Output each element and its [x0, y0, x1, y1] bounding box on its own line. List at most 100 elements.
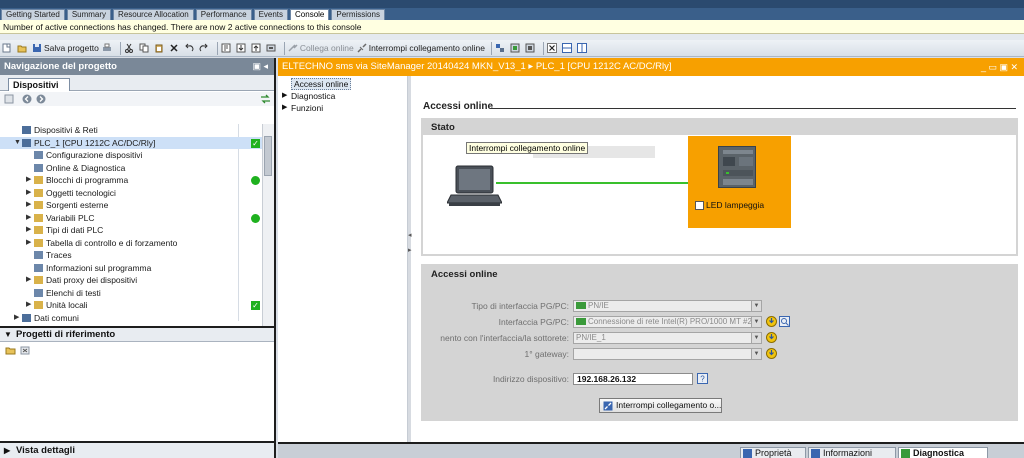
tree-item-label: Online & Diagnostica [46, 162, 126, 173]
connect-online-button[interactable]: Collega online [288, 41, 354, 56]
tree-item-configurazione-dispositivi[interactable]: Configurazione dispositivi [0, 149, 262, 162]
accessible-devices-button[interactable] [495, 41, 507, 56]
forward-icon[interactable] [36, 94, 46, 104]
status-ok-icon [251, 176, 260, 185]
close-x-button[interactable] [546, 41, 559, 56]
subnet-select[interactable]: PN/IE_1 ▼ [573, 332, 762, 344]
address-help-icon[interactable]: ? [697, 373, 708, 384]
delete-button[interactable] [169, 41, 181, 56]
tree-item-online-diagnostica[interactable]: Online & Diagnostica [0, 162, 262, 175]
tab-console[interactable]: Console [290, 9, 330, 20]
interface-type-select[interactable]: PN/IE ▼ [573, 300, 762, 312]
svg-text:?: ? [700, 375, 705, 384]
interface-properties-icon[interactable] [779, 316, 790, 327]
item-icon [34, 251, 43, 259]
tree-item-sorgenti-esterne[interactable]: ▶ Sorgenti esterne [0, 199, 262, 212]
save-project-label: Salva progetto [44, 43, 99, 53]
online-diagnostics-editor: ELTECHNO sms via SiteManager 20140424 MK… [278, 58, 1024, 458]
tab-dispositivi[interactable]: Dispositivi [8, 78, 70, 91]
disconnect-online-button[interactable]: Interrompi collegamento online [357, 41, 485, 56]
item-icon [22, 126, 31, 134]
chevron-right-icon[interactable]: ▶ [26, 199, 31, 212]
menu-item-accessi-online[interactable]: Accessi online [278, 78, 407, 90]
tree-item-elenchi-di-testi[interactable]: Elenchi di testi [0, 287, 262, 300]
save-project-button[interactable]: Salva progetto [32, 41, 99, 56]
paste-button[interactable] [154, 41, 166, 56]
chevron-right-icon[interactable]: ▶ [26, 224, 31, 237]
tab-events[interactable]: Events [253, 9, 289, 20]
menu-item-funzioni[interactable]: ▶ Funzioni [278, 102, 407, 114]
editor-window-controls[interactable]: _ ▭ ▣ ✕ [981, 58, 1018, 76]
download-button[interactable] [236, 41, 248, 56]
tree-item-dati-proxy-dei-dispositivi[interactable]: ▶ Dati proxy dei dispositivi [0, 274, 262, 287]
chevron-down-icon[interactable]: ▼ [14, 137, 21, 150]
tree-item-tabella-di-controllo-e-di-forzamento[interactable]: ▶ Tabella di controllo e di forzamento [0, 237, 262, 250]
upload-button[interactable] [251, 41, 263, 56]
tab-resource-allocation[interactable]: Resource Allocation [113, 9, 194, 20]
tree-item-blocchi-di-programma[interactable]: ▶ Blocchi di programma [0, 174, 262, 187]
redo-button[interactable] [199, 41, 211, 56]
tree-item-plc-1-cpu-1212c-ac-dc-rly[interactable]: ▼ PLC_1 [CPU 1212C AC/DC/Rly] ✓ [0, 136, 262, 150]
tab-summary[interactable]: Summary [66, 9, 112, 20]
interface-select[interactable]: Connessione di rete Intel(R) PRO/1000 MT… [573, 316, 762, 328]
close-reference-icon[interactable] [20, 345, 31, 355]
reference-projects-header[interactable]: ▼ Progetti di riferimento [0, 326, 274, 342]
window-title-strip [0, 0, 1024, 8]
chevron-right-icon[interactable]: ▶ [282, 90, 287, 102]
stop-cpu-button[interactable] [525, 41, 537, 56]
split-vertical-button[interactable] [561, 41, 574, 56]
chevron-right-icon[interactable]: ▶ [26, 212, 31, 225]
start-cpu-button[interactable] [510, 41, 522, 56]
editor-splitter[interactable]: ◂ ▸ [408, 76, 412, 442]
details-view-header[interactable]: ▶ Vista dettagli [0, 441, 274, 458]
tree-item-label: Dispositivi & Reti [34, 125, 98, 135]
gateway-select[interactable]: ▼ [573, 348, 762, 360]
disconnect-icon [603, 401, 613, 411]
tree-item-oggetti-tecnologici[interactable]: ▶ Oggetti tecnologici [0, 187, 262, 200]
back-icon[interactable] [22, 94, 32, 104]
chevron-right-icon[interactable]: ▶ [282, 102, 287, 114]
tab-getting-started[interactable]: Getting Started [1, 9, 65, 20]
tree-item-variabili-plc[interactable]: ▶ Variabili PLC [0, 212, 262, 225]
chevron-right-icon[interactable]: ▶ [26, 299, 31, 312]
tree-item-dati-comuni[interactable]: ▶ Dati comuni [0, 312, 262, 325]
tree-item-tipi-di-dati-plc[interactable]: ▶ Tipi di dati PLC [0, 224, 262, 237]
tab-permissions[interactable]: Permissions [331, 9, 385, 20]
simulation-button[interactable] [266, 41, 278, 56]
plc-module-graphic [723, 150, 753, 185]
tree-item-unita-locali[interactable]: ▶ Unità locali ✓ [0, 299, 262, 312]
chevron-right-icon[interactable]: ▶ [26, 274, 31, 287]
overview-icon[interactable] [4, 94, 14, 104]
sync-icon[interactable] [260, 94, 271, 104]
undo-button[interactable] [184, 41, 196, 56]
tree-item-dispositivi-reti[interactable]: Dispositivi & Reti [0, 124, 262, 137]
chevron-right-icon[interactable]: ▶ [26, 237, 31, 250]
open-reference-icon[interactable] [5, 345, 16, 355]
device-address-field[interactable]: 192.168.26.132 [573, 373, 693, 385]
open-project-button[interactable] [17, 41, 29, 56]
led-blink-checkbox[interactable] [695, 201, 704, 210]
tab-informazioni[interactable]: Informazioni [808, 447, 896, 458]
tab-diagnostica[interactable]: Diagnostica [898, 447, 988, 458]
cut-button[interactable] [124, 41, 136, 56]
interface-type-label: Tipo di interfaccia PG/PC: [471, 301, 569, 311]
new-project-button[interactable] [2, 41, 14, 56]
tree-item-traces[interactable]: Traces [0, 249, 262, 262]
copy-button[interactable] [139, 41, 151, 56]
led-blink-label: LED lampeggia [706, 200, 765, 210]
chevron-right-icon[interactable]: ▶ [26, 174, 31, 187]
main-toolbar: Salva progetto Collega online Interrompi… [0, 40, 1024, 57]
disconnect-online-button[interactable]: Interrompi collegamento o... [599, 398, 722, 413]
tree-item-informazioni-sul-programma[interactable]: Informazioni sul programma [0, 262, 262, 275]
split-horizontal-button[interactable] [576, 41, 589, 56]
compile-button[interactable] [221, 41, 233, 56]
print-button[interactable] [102, 41, 114, 56]
chevron-right-icon[interactable]: ▶ [14, 312, 19, 325]
tab-proprieta[interactable]: Proprietà [740, 447, 806, 458]
menu-item-diagnostica[interactable]: ▶ Diagnostica [278, 90, 407, 102]
chevron-right-icon[interactable]: ▶ [26, 187, 31, 200]
tree-scrollbar-thumb[interactable] [264, 136, 272, 176]
tab-performance[interactable]: Performance [195, 9, 252, 20]
tree-item-label: Tipi di dati PLC [46, 225, 104, 235]
pane-controls[interactable]: ▣ ◂ [252, 58, 268, 75]
